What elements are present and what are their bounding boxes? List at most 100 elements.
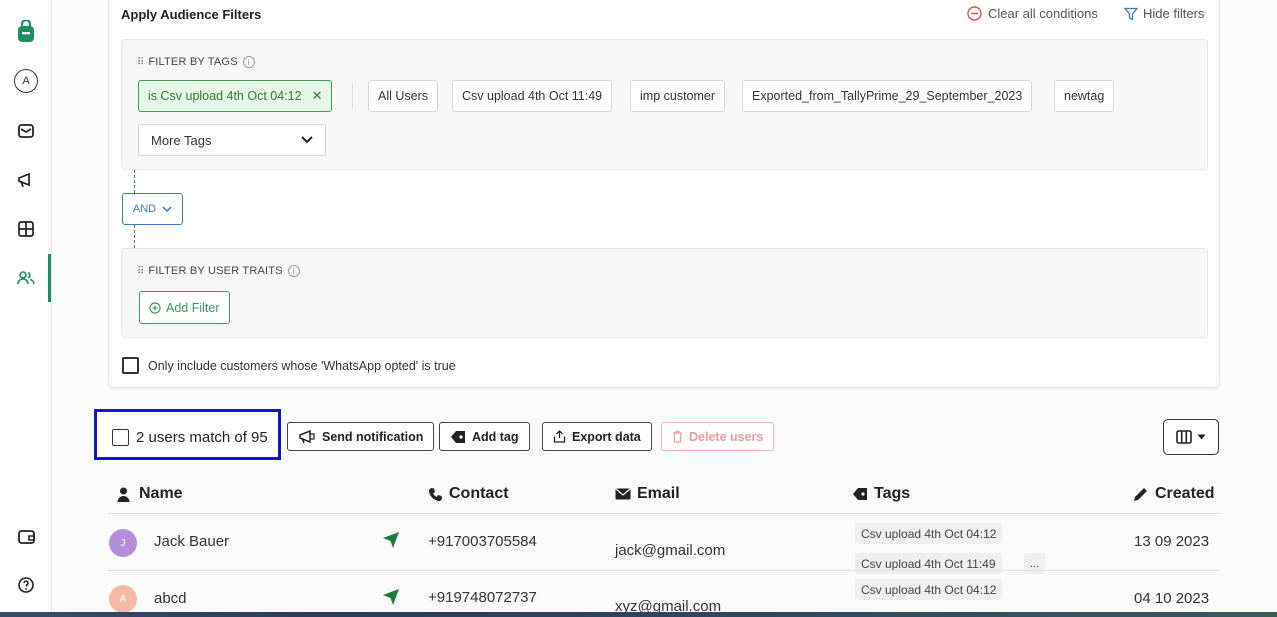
add-filter-button[interactable]: Add Filter — [139, 291, 230, 324]
whatsapp-sent-icon[interactable] — [381, 587, 401, 607]
filter-by-tags-label: FILTER BY TAGS — [148, 56, 238, 68]
send-notification-label: Send notification — [322, 429, 424, 444]
export-data-button[interactable]: Export data — [542, 422, 652, 451]
user-tag-chip: Csv upload 4th Oct 04:12 — [855, 579, 1003, 600]
tag-icon — [451, 430, 465, 443]
user-match-selector: 2 users match of 95 — [94, 409, 281, 460]
filter-by-tags-section: ⠿ FILTER BY TAGS i is Csv upload 4th Oct… — [121, 39, 1208, 170]
column-header-tags[interactable]: Tags — [852, 485, 910, 503]
main-content: Apply Audience Filters Clear all conditi… — [52, 0, 1277, 617]
account-avatar[interactable]: A — [13, 68, 39, 94]
drag-handle-icon[interactable]: ⠿ — [137, 57, 144, 68]
column-header-name[interactable]: Name — [117, 485, 183, 503]
delete-users-label: Delete users — [689, 429, 764, 444]
clear-all-label: Clear all conditions — [988, 6, 1098, 21]
brand-logo-icon[interactable] — [13, 19, 39, 45]
user-name[interactable]: Jack Bauer — [154, 533, 229, 550]
column-header-contact[interactable]: Contact — [428, 485, 509, 503]
select-all-row[interactable]: 2 users match of 95 — [112, 429, 268, 446]
whatsapp-opted-checkbox[interactable] — [122, 357, 139, 374]
add-tag-label: Add tag — [472, 429, 519, 444]
grid-icon[interactable] — [13, 216, 39, 242]
column-settings-dropdown[interactable] — [1163, 419, 1219, 455]
add-filter-label: Add Filter — [166, 300, 220, 315]
active-nav-indicator — [48, 254, 51, 302]
select-all-checkbox[interactable] — [112, 429, 129, 446]
whatsapp-opted-label: Only include customers whose 'WhatsApp o… — [148, 358, 456, 373]
chevron-down-icon — [162, 206, 172, 212]
tag-divider — [352, 84, 353, 108]
whatsapp-sent-icon[interactable] — [381, 530, 401, 550]
filter-by-tags-header: ⠿ FILTER BY TAGS i — [137, 56, 255, 68]
trash-icon — [673, 430, 682, 443]
created-date: 04 10 2023 — [1134, 590, 1210, 607]
tags-header-label: Tags — [874, 485, 911, 502]
audience-filter-panel: Apply Audience Filters Clear all conditi… — [108, 0, 1220, 388]
connector-line — [134, 225, 135, 248]
logic-operator-dropdown[interactable]: AND — [122, 193, 183, 225]
sidebar: A — [0, 0, 52, 617]
tag-option-exported-tally[interactable]: Exported_from_TallyPrime_29_September_20… — [742, 80, 1033, 112]
more-tags-label: More Tags — [151, 132, 212, 148]
selected-tag-chip[interactable]: is Csv upload 4th Oct 04:12 ✕ — [138, 80, 333, 112]
send-notification-button[interactable]: Send notification — [287, 422, 435, 451]
clear-all-conditions-button[interactable]: Clear all conditions — [967, 6, 1098, 21]
header-divider — [108, 513, 1219, 514]
info-icon[interactable]: i — [287, 265, 300, 277]
hide-filters-button[interactable]: Hide filters — [1124, 6, 1204, 21]
contact-header-label: Contact — [449, 485, 509, 502]
delete-users-button[interactable]: Delete users — [661, 422, 775, 451]
email-header-label: Email — [637, 485, 680, 502]
user-contact: +919748072737 — [428, 589, 537, 606]
chevron-down-icon — [301, 136, 313, 144]
minus-circle-icon — [967, 6, 982, 21]
inbox-icon[interactable] — [13, 118, 39, 144]
tag-option-all-users[interactable]: All Users — [368, 80, 439, 112]
more-tags-dropdown[interactable]: More Tags — [138, 124, 326, 156]
wallet-icon[interactable] — [13, 523, 39, 549]
filter-by-traits-header: ⠿ FILTER BY USER TRAITS i — [137, 265, 300, 277]
drag-handle-icon[interactable]: ⠿ — [137, 266, 144, 277]
person-icon — [117, 487, 130, 502]
megaphone-icon — [299, 429, 315, 443]
export-data-label: Export data — [572, 429, 641, 444]
user-tag-chip: Csv upload 4th Oct 04:12 — [855, 523, 1003, 544]
created-header-label: Created — [1155, 485, 1215, 502]
column-header-email[interactable]: Email — [615, 485, 680, 503]
plus-circle-icon — [149, 301, 161, 314]
panel-title: Apply Audience Filters — [121, 7, 262, 22]
filter-icon — [1124, 7, 1138, 21]
envelope-icon — [615, 488, 631, 500]
export-icon — [553, 430, 566, 443]
column-header-created[interactable]: Created — [1133, 485, 1215, 503]
megaphone-icon[interactable] — [13, 167, 39, 193]
tag-option-csv-upload[interactable]: Csv upload 4th Oct 11:49 — [452, 80, 613, 112]
users-icon[interactable] — [13, 265, 39, 291]
help-icon[interactable] — [13, 572, 39, 598]
operator-label: AND — [132, 203, 157, 215]
taskbar-edge — [0, 612, 1277, 617]
name-header-label: Name — [139, 485, 183, 502]
row-divider — [108, 570, 1219, 571]
connector-line — [134, 170, 135, 193]
avatar: J — [109, 529, 137, 557]
pencil-icon — [1134, 488, 1147, 501]
avatar: A — [109, 585, 137, 613]
phone-icon — [429, 487, 442, 501]
match-count-label: 2 users match of 95 — [136, 429, 268, 446]
tag-option-imp-customer[interactable]: imp customer — [630, 80, 726, 112]
remove-tag-icon[interactable]: ✕ — [312, 88, 323, 104]
columns-icon — [1176, 430, 1192, 444]
filter-by-user-traits-section: ⠿ FILTER BY USER TRAITS i Add Filter — [121, 248, 1208, 338]
filter-by-traits-label: FILTER BY USER TRAITS — [148, 265, 283, 277]
selected-tag-label: is Csv upload 4th Oct 04:12 — [148, 89, 302, 103]
user-contact: +917003705584 — [428, 533, 537, 550]
user-name[interactable]: abcd — [154, 590, 187, 607]
info-icon[interactable]: i — [242, 56, 255, 68]
tag-icon — [853, 488, 867, 500]
add-tag-button[interactable]: Add tag — [439, 422, 530, 451]
created-date: 13 09 2023 — [1134, 533, 1210, 550]
whatsapp-opted-option[interactable]: Only include customers whose 'WhatsApp o… — [122, 357, 456, 374]
tag-option-newtag[interactable]: newtag — [1054, 80, 1115, 112]
user-email: jack@gmail.com — [615, 542, 726, 559]
